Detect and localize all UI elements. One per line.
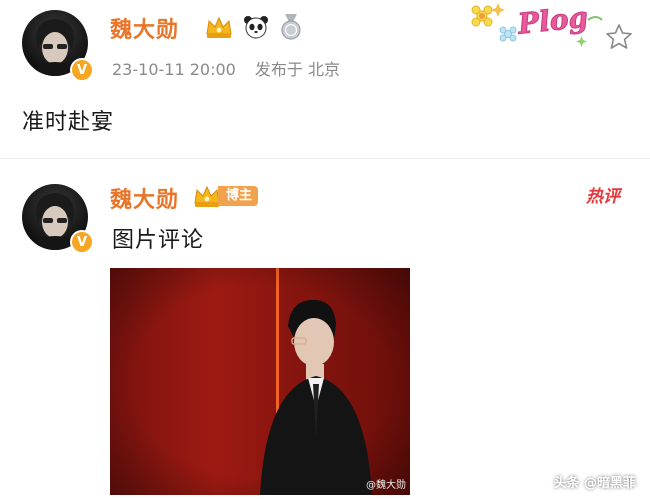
section-divider xyxy=(0,158,650,159)
star-icon[interactable] xyxy=(604,22,634,52)
post-meta: 23-10-11 20:00 发布于 北京 xyxy=(112,56,340,80)
post-body-text: 准时赴宴 xyxy=(22,110,115,135)
panda-badge-icon[interactable] xyxy=(243,14,269,40)
comment-text: 图片评论 xyxy=(112,228,205,253)
post-username[interactable]: 魏大勋 xyxy=(110,12,179,44)
page-watermark: 头条 @暗黑菲 xyxy=(553,476,636,491)
medal-badge-icon[interactable] xyxy=(279,14,303,40)
hot-comment-label: 热评 xyxy=(586,187,620,207)
photo-watermark: @魏大勋 xyxy=(366,480,406,491)
verified-badge-icon: V xyxy=(70,58,94,82)
plog-sticker[interactable]: Plog xyxy=(468,0,604,50)
crown-badge-icon[interactable] xyxy=(204,14,234,40)
comment-username[interactable]: 魏大勋 xyxy=(110,182,179,214)
verified-badge-icon: V xyxy=(70,230,94,254)
post-location: 发布于 北京 xyxy=(254,60,341,79)
comment-photo[interactable]: @魏大勋 xyxy=(110,268,410,495)
post-timestamp: 23-10-11 20:00 xyxy=(112,60,236,79)
host-badge-label: 博主 xyxy=(218,186,259,206)
host-badge: 博主 xyxy=(192,184,259,208)
